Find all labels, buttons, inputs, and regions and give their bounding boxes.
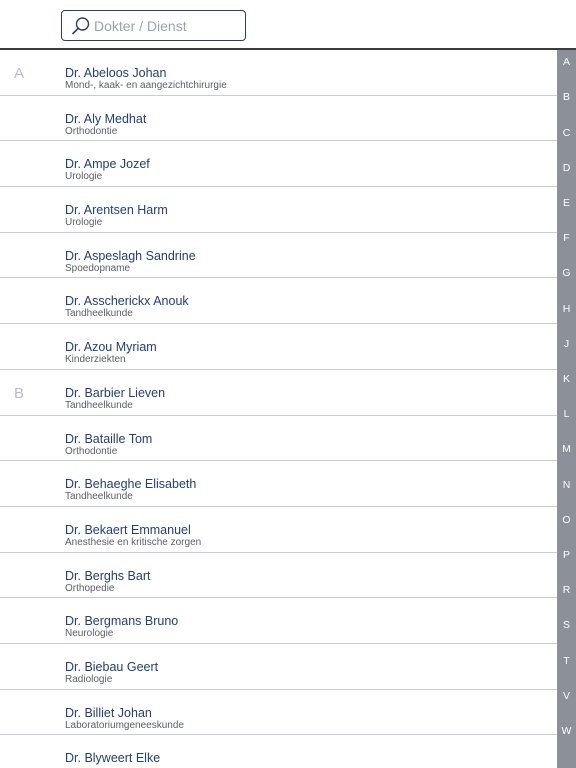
index-letter-v[interactable]: V (557, 690, 576, 702)
doctor-name: Dr. Bekaert Emmanuel (65, 522, 191, 537)
list-item[interactable]: Dr. Bekaert Emmanuel Anesthesie en kriti… (0, 507, 557, 553)
list-item[interactable]: B Dr. Barbier Lieven Tandheelkunde (0, 370, 557, 416)
index-letter-k[interactable]: K (557, 373, 576, 385)
doctor-specialty: Laboratoriumgeneeskunde (65, 719, 184, 731)
doctor-name: Dr. Aly Medhat (65, 111, 147, 126)
list-item[interactable]: Dr. Bataille Tom Orthodontie (0, 416, 557, 462)
doctor-name: Dr. Bergmans Bruno (65, 614, 179, 629)
doctor-name: Dr. Aspeslagh Sandrine (65, 248, 196, 263)
list-item[interactable]: Dr. Biebau Geert Radiologie (0, 644, 557, 690)
doctor-name: Dr. Azou Myriam (65, 340, 157, 355)
alphabet-index[interactable]: A B C D E F G H J K L M N O P R S T V W (557, 50, 576, 768)
doctor-name: Dr. Abeloos Johan (65, 66, 167, 80)
doctor-specialty: Spoedopname (65, 262, 131, 274)
list-item[interactable]: Dr. Aspeslagh Sandrine Spoedopname (0, 233, 557, 279)
doctor-name: Dr. Biebau Geert (65, 659, 159, 674)
list-item[interactable]: Dr. Billiet Johan Laboratoriumgeneeskund… (0, 690, 557, 736)
doctor-specialty: Urologie (65, 217, 103, 229)
doctor-name: Dr. Blyweert Elke (65, 751, 161, 766)
search-box[interactable] (61, 10, 246, 41)
index-letter-d[interactable]: D (557, 162, 576, 174)
list-item[interactable]: A Dr. Abeloos Johan Mond-, kaak- en aang… (0, 50, 557, 96)
index-letter-t[interactable]: T (557, 655, 576, 667)
section-header: B (14, 384, 25, 402)
doctor-specialty: Tandheelkunde (65, 491, 133, 503)
index-letter-j[interactable]: J (557, 338, 576, 350)
doctor-specialty: Kinderziekten (65, 354, 126, 366)
section-header: A (14, 65, 25, 82)
index-letter-b[interactable]: B (557, 91, 576, 103)
doctor-name: Dr. Arentsen Harm (65, 203, 168, 218)
index-letter-g[interactable]: G (557, 267, 576, 279)
doctor-specialty: Mond-, kaak- en aangezichtchirurgie (65, 80, 227, 91)
index-letter-w[interactable]: W (557, 725, 576, 737)
doctor-specialty: Orthodontie (65, 445, 118, 457)
index-letter-n[interactable]: N (557, 479, 576, 491)
doctor-specialty: Tandheelkunde (65, 308, 133, 320)
header (0, 0, 576, 50)
index-letter-a[interactable]: A (557, 56, 576, 68)
doctor-list[interactable]: A Dr. Abeloos Johan Mond-, kaak- en aang… (0, 50, 557, 768)
doctor-specialty: Tandheelkunde (65, 399, 133, 411)
search-input[interactable] (94, 17, 239, 34)
list-item[interactable]: Dr. Asscherickx Anouk Tandheelkunde (0, 278, 557, 325)
doctor-specialty: Neurologie (65, 628, 114, 640)
index-letter-l[interactable]: L (557, 408, 576, 420)
index-letter-s[interactable]: S (557, 619, 576, 631)
index-letter-p[interactable]: P (557, 549, 576, 561)
index-letter-f[interactable]: F (557, 232, 576, 244)
doctor-name: Dr. Barbier Lieven (65, 385, 166, 400)
index-letter-o[interactable]: O (557, 514, 576, 526)
doctor-name: Dr. Billiet Johan (65, 705, 152, 720)
doctor-specialty: Radiologie (65, 673, 113, 685)
doctor-specialty: Urologie (65, 171, 103, 183)
index-letter-h[interactable]: H (557, 303, 576, 315)
list-item[interactable]: Dr. Azou Myriam Kinderziekten (0, 324, 557, 370)
index-letter-m[interactable]: M (557, 443, 576, 455)
index-letter-c[interactable]: C (557, 127, 576, 139)
index-letter-r[interactable]: R (557, 584, 576, 596)
list-item[interactable]: Dr. Blyweert Elke (0, 735, 557, 768)
doctor-name: Dr. Behaeghe Elisabeth (65, 477, 197, 492)
doctor-specialty: Orthopedie (65, 582, 115, 594)
doctor-specialty: Orthodontie (65, 125, 118, 137)
list-item[interactable]: Dr. Aly Medhat Orthodontie (0, 96, 557, 142)
doctor-name: Dr. Bataille Tom (65, 431, 153, 446)
search-icon (72, 16, 90, 34)
list-item[interactable]: Dr. Berghs Bart Orthopedie (0, 553, 557, 599)
doctor-name: Dr. Ampe Jozef (65, 157, 150, 172)
list-item[interactable]: Dr. Bergmans Bruno Neurologie (0, 598, 557, 644)
index-letter-e[interactable]: E (557, 197, 576, 209)
doctor-specialty: Anesthesie en kritische zorgen (65, 536, 202, 548)
list-item[interactable]: Dr. Arentsen Harm Urologie (0, 187, 557, 233)
list-item[interactable]: Dr. Behaeghe Elisabeth Tandheelkunde (0, 461, 557, 507)
list-item[interactable]: Dr. Ampe Jozef Urologie (0, 141, 557, 188)
doctor-name: Dr. Berghs Bart (65, 568, 151, 583)
doctor-name: Dr. Asscherickx Anouk (65, 294, 189, 309)
